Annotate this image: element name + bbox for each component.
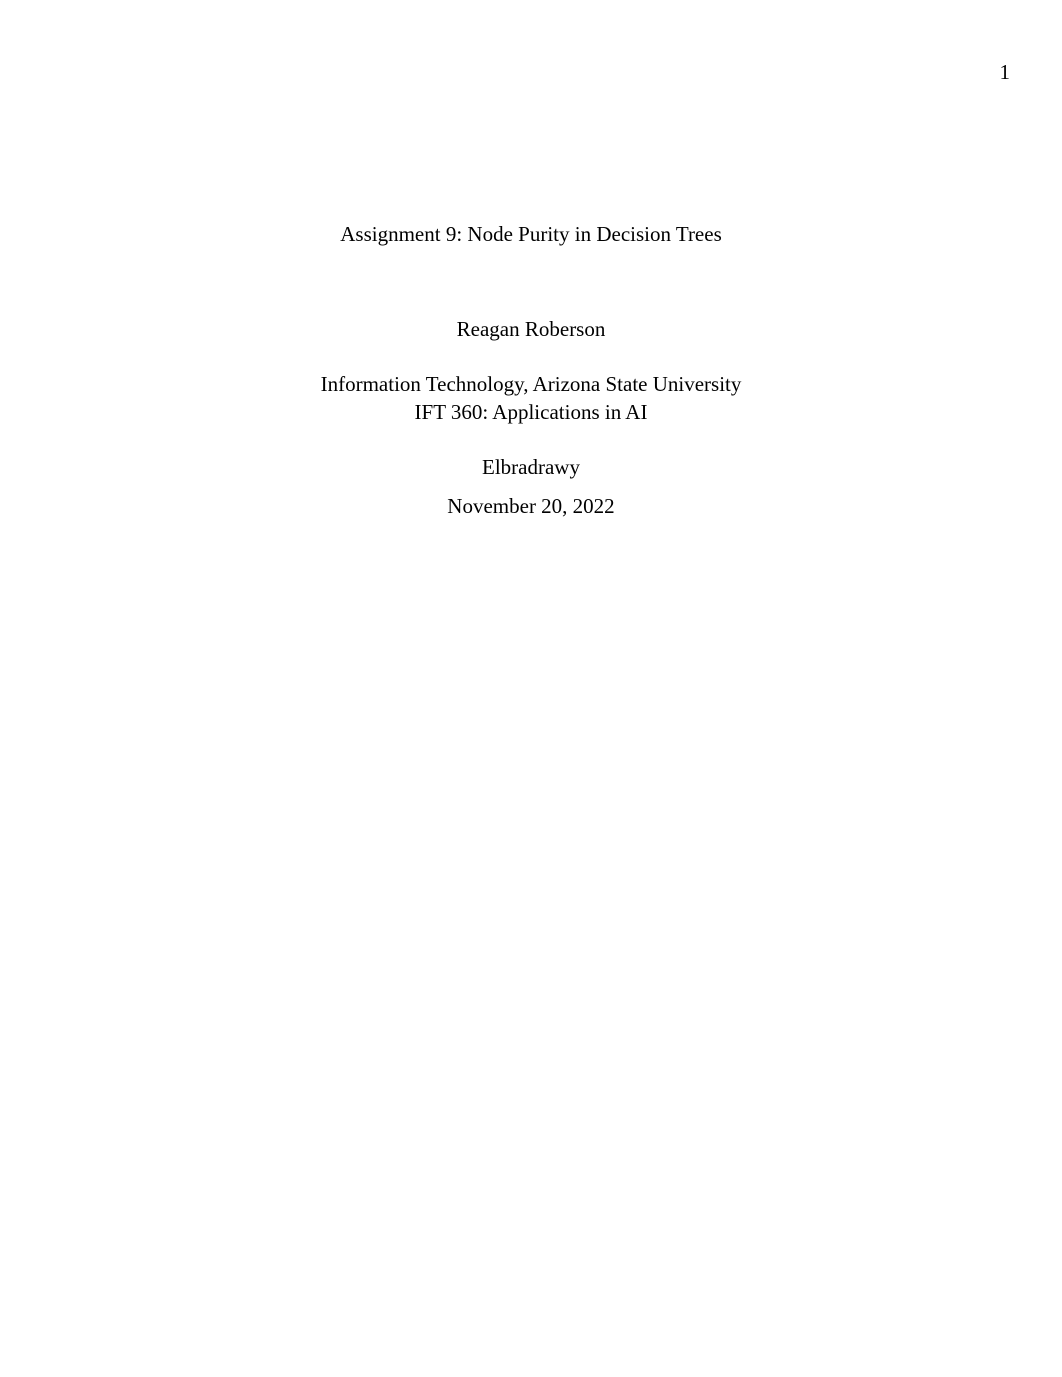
document-title: Assignment 9: Node Purity in Decision Tr… bbox=[0, 222, 1062, 247]
document-affiliation-block: Information Technology, Arizona State Un… bbox=[0, 370, 1062, 427]
page-number: 1 bbox=[1000, 60, 1011, 85]
document-affiliation: Information Technology, Arizona State Un… bbox=[0, 370, 1062, 398]
document-author: Reagan Roberson bbox=[0, 317, 1062, 342]
page: 1 Assignment 9: Node Purity in Decision … bbox=[0, 0, 1062, 1377]
document-instructor: Elbradrawy bbox=[0, 455, 1062, 480]
title-page-content: Assignment 9: Node Purity in Decision Tr… bbox=[0, 222, 1062, 519]
document-date: November 20, 2022 bbox=[0, 494, 1062, 519]
document-course: IFT 360: Applications in AI bbox=[0, 398, 1062, 426]
